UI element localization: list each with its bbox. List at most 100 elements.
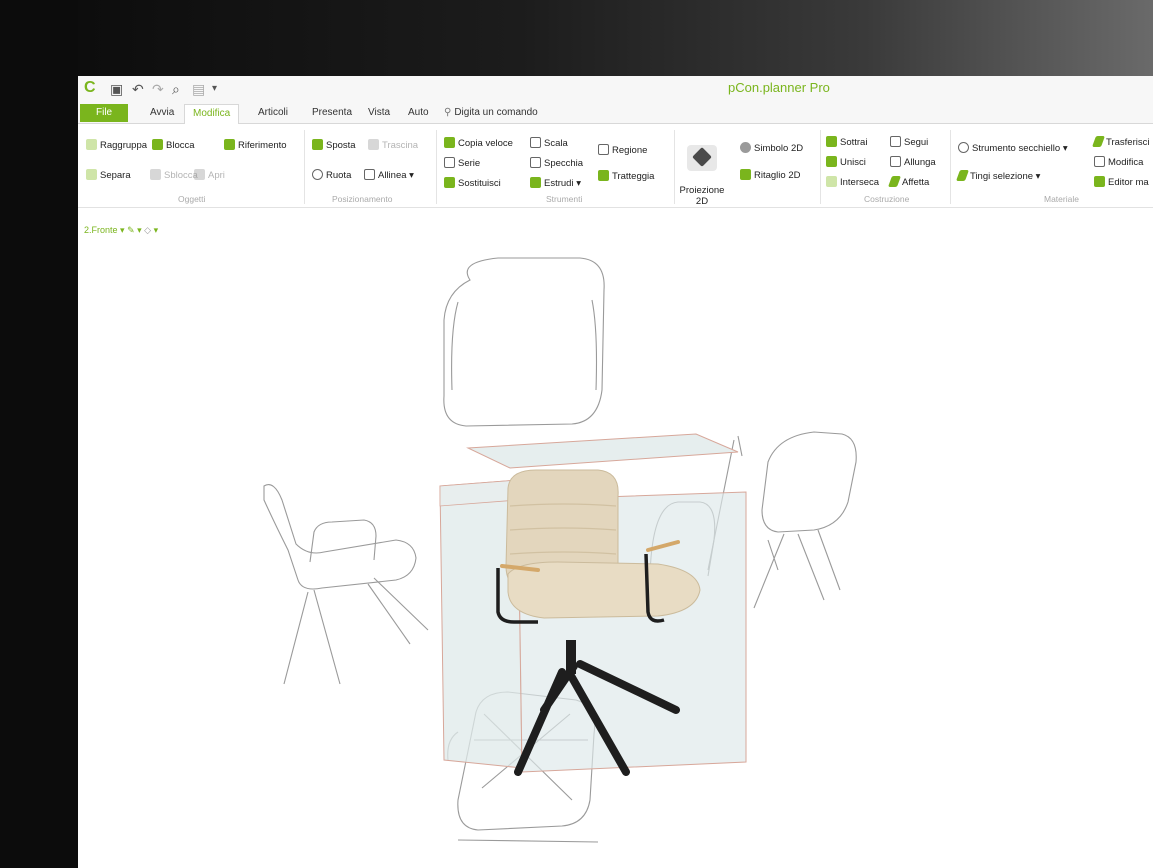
ritaglio-2d-label: Ritaglio 2D (754, 170, 801, 181)
wireframe-chair-back (451, 301, 459, 391)
move-icon (312, 139, 323, 150)
chair-stem (566, 640, 576, 674)
replace-icon (444, 177, 455, 188)
monitor-bezel-left (0, 0, 78, 868)
wireframe-chair-left-arm (309, 519, 377, 563)
regione-button[interactable]: Regione (598, 144, 647, 158)
viewport-3d[interactable] (78, 240, 1153, 868)
sottrai-label: Sottrai (840, 137, 868, 148)
riferimento-label: Riferimento (238, 140, 287, 151)
tratteggia-label: Tratteggia (612, 171, 655, 182)
sblocca-label: Sblocca (164, 170, 198, 181)
copia-veloce-label: Copia veloce (458, 138, 513, 149)
regione-label: Regione (612, 145, 648, 156)
scala-button[interactable]: Scala (530, 137, 568, 151)
sostituisci-button[interactable]: Sostituisci (444, 177, 501, 191)
tab-file[interactable]: File (80, 104, 129, 122)
blocca-label: Blocca (166, 140, 195, 151)
raggruppa-button[interactable]: Raggruppa (86, 139, 147, 153)
trasferisci-button[interactable]: Trasferisci (1091, 136, 1149, 150)
tab-modifica[interactable]: Modifica (184, 104, 240, 124)
riferimento-button[interactable]: Riferimento (224, 139, 287, 153)
projection-cube-icon (687, 145, 717, 171)
apri-button[interactable]: Apri (194, 169, 225, 183)
specchia-button[interactable]: Specchia (530, 157, 583, 171)
extrude-icon (530, 177, 541, 188)
allunga-label: Allunga (904, 157, 936, 168)
unisci-button[interactable]: Unisci (826, 156, 866, 170)
command-search[interactable]: ⚲ Digita un comando (436, 106, 546, 124)
simbolo-2d-button[interactable]: Simbolo 2D (740, 142, 803, 156)
drag-icon (368, 139, 379, 150)
strumento-secchiello-button[interactable]: Strumento secchiello ▾ (958, 142, 1068, 156)
allinea-button[interactable]: Allinea ▾ (364, 169, 414, 183)
symbol-icon (740, 142, 751, 153)
unlock-icon (150, 169, 161, 180)
blocca-button[interactable]: Blocca (152, 139, 195, 153)
interseca-button[interactable]: Interseca (826, 176, 879, 190)
allunga-button[interactable]: Allunga (890, 156, 936, 170)
sblocca-button[interactable]: Sblocca (150, 169, 198, 183)
tingi-selezione-button[interactable]: Tingi selezione ▾ (955, 170, 1040, 184)
save-icon[interactable]: ▣ (110, 81, 123, 97)
tratteggia-button[interactable]: Tratteggia (598, 170, 654, 184)
crop-icon (740, 169, 751, 180)
sottrai-button[interactable]: Sottrai (826, 136, 867, 150)
trascina-label: Trascina (382, 140, 419, 151)
view-selector[interactable]: 2.Fronte ▾ ✎ ▾ ◇ ▾ (84, 225, 158, 236)
scala-label: Scala (544, 138, 568, 149)
snapshot-icon[interactable]: ⌕ (172, 81, 180, 97)
tab-presenta[interactable]: Presenta (304, 106, 360, 124)
slice-icon (887, 176, 902, 187)
estrudi-button[interactable]: Estrudi ▾ (530, 177, 581, 191)
tab-auto[interactable]: Auto (400, 106, 437, 124)
ungroup-icon (86, 169, 97, 180)
print-icon[interactable]: ▤ (192, 81, 205, 97)
apri-label: Apri (208, 170, 225, 181)
serie-label: Serie (458, 158, 481, 169)
app-logo-icon[interactable]: C (84, 80, 96, 96)
chevron-down-icon: ▾ (153, 225, 159, 235)
group-label-costruzione: Costruzione (864, 194, 910, 204)
affetta-label: Affetta (902, 177, 930, 188)
specchia-label: Specchia (544, 158, 584, 169)
undo-icon[interactable]: ↶ (132, 81, 144, 97)
extend-icon (890, 156, 901, 167)
tingi-selezione-label: Tingi selezione (970, 171, 1034, 182)
desk-top (466, 433, 739, 469)
ribbon-separator (820, 130, 821, 204)
app-window: C ▣ ↶ ↷ ⌕ ▤ ▾ pCon.planner Pro File Avvi… (78, 76, 1153, 868)
proiezione-2d-label: Proiezione 2D (679, 185, 725, 207)
brush-icon: ✎ (127, 225, 135, 235)
ruota-button[interactable]: Ruota (312, 169, 351, 183)
tab-vista[interactable]: Vista (360, 106, 398, 124)
ruota-label: Ruota (326, 170, 352, 181)
transfer-icon (1091, 136, 1106, 147)
command-search-label: Digita un comando (454, 107, 538, 118)
serie-button[interactable]: Serie (444, 157, 480, 171)
group-label-materiale: Materiale (1044, 194, 1079, 204)
pin-icon: ⚲ (444, 107, 452, 118)
trascina-button[interactable]: Trascina (368, 139, 418, 153)
segui-label: Segui (904, 137, 929, 148)
material-editor-icon (1094, 176, 1105, 187)
segui-button[interactable]: Segui (890, 136, 928, 150)
redo-icon[interactable]: ↷ (152, 81, 164, 97)
customize-icon[interactable]: ▾ (212, 81, 217, 97)
sposta-button[interactable]: Sposta (312, 139, 356, 153)
proiezione-2d-button[interactable]: Proiezione 2D (676, 134, 728, 207)
affetta-button[interactable]: Affetta (887, 176, 930, 190)
wireframe-chair-left (263, 484, 417, 590)
tab-articoli[interactable]: Articoli (250, 106, 296, 124)
tab-avvia[interactable]: Avvia (142, 106, 182, 124)
edit-material-icon (1094, 156, 1105, 167)
ritaglio-2d-button[interactable]: Ritaglio 2D (740, 169, 800, 183)
editor-materiali-button[interactable]: Editor ma (1094, 176, 1149, 190)
simbolo-2d-label: Simbolo 2D (754, 143, 804, 154)
modifica-material-button[interactable]: Modifica (1094, 156, 1143, 170)
monitor-photo: C ▣ ↶ ↷ ⌕ ▤ ▾ pCon.planner Pro File Avvi… (0, 0, 1153, 868)
copia-veloce-button[interactable]: Copia veloce (444, 137, 513, 151)
separa-button[interactable]: Separa (86, 169, 131, 183)
monitor-bezel-top (0, 0, 1153, 76)
ribbon-separator (436, 130, 437, 204)
